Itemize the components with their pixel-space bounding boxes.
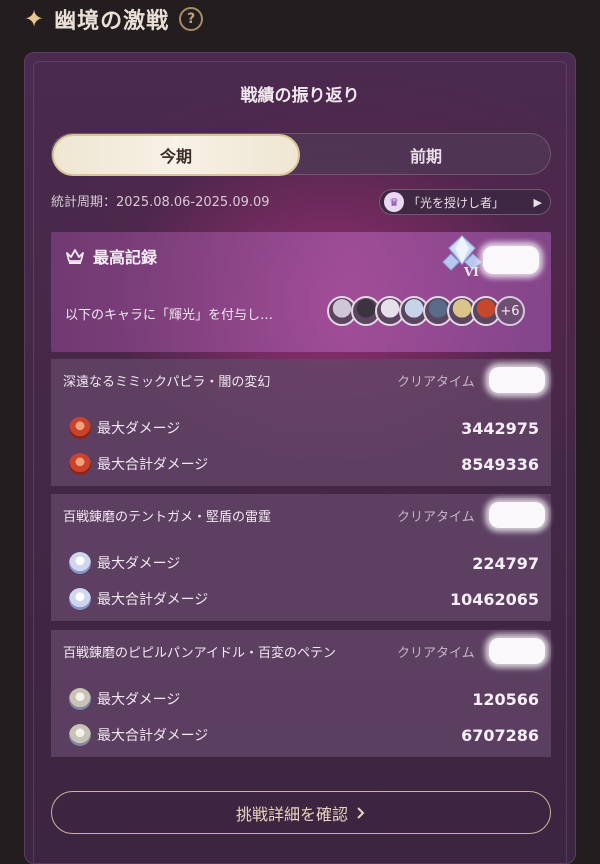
dungeon-record: 百戦錬磨のピピルパンアイドル・百変のペテン クリアタイム 最大ダメージ 120566 最… bbox=[51, 630, 551, 757]
best-record-text: 以下のキャラに「輝光」を付与し… bbox=[65, 308, 274, 323]
damage-label: 最大ダメージ bbox=[97, 421, 181, 437]
damage-row: 最大ダメージ 120566 bbox=[51, 684, 551, 714]
damage-label: 最大ダメージ bbox=[97, 556, 181, 572]
character-icon bbox=[69, 453, 91, 475]
damage-value: 8549336 bbox=[461, 454, 539, 474]
badge-icon: ♛ bbox=[384, 192, 404, 212]
redacted-value bbox=[489, 502, 545, 528]
damage-value: 120566 bbox=[472, 689, 539, 709]
damage-label: 最大合計ダメージ bbox=[97, 457, 209, 473]
clear-time-label: クリアタイム bbox=[397, 375, 475, 390]
damage-label: 最大ダメージ bbox=[97, 692, 181, 708]
damage-value: 6707286 bbox=[461, 725, 539, 745]
dungeon-record: 深遠なるミミックパピラ・闇の変幻 クリアタイム最大ダメージ 3442975 最大合計ダ… bbox=[51, 359, 551, 486]
clear-time-label: クリアタイム bbox=[397, 646, 475, 661]
chevron-right-icon bbox=[357, 806, 365, 819]
damage-row: 最大ダメージ 3442975 bbox=[51, 413, 551, 443]
view-details-label: 挑戦詳細を確認 bbox=[235, 804, 348, 824]
redacted-value bbox=[483, 246, 539, 274]
title-badge-button[interactable]: ♛ 「光を授けし者」 ▶ bbox=[379, 189, 551, 215]
dungeon-name: 百戦錬磨のテントガメ・堅盾の雷霆 bbox=[63, 510, 272, 525]
best-record-panel: 最高記録 VI 以下のキャラに「輝光」を付与し… +6 bbox=[51, 232, 551, 352]
damage-row: 最大ダメージ 224797 bbox=[51, 548, 551, 578]
best-record-title: 最高記録 bbox=[93, 248, 158, 267]
dungeon-name: 百戦錬磨のピピルパンアイドル・百変のペテン bbox=[63, 646, 337, 661]
character-icon bbox=[69, 417, 91, 439]
tab-previous[interactable]: 前期 bbox=[300, 134, 552, 176]
redacted-value bbox=[489, 638, 545, 664]
sparkle-icon: ✦ bbox=[24, 5, 45, 33]
character-avatars: +6 bbox=[327, 296, 525, 326]
character-icon bbox=[69, 688, 91, 710]
rank-label: VI bbox=[463, 265, 479, 278]
damage-value: 3442975 bbox=[461, 418, 539, 438]
play-arrow-icon: ▶ bbox=[533, 195, 542, 209]
clear-time-label: クリアタイム bbox=[397, 510, 475, 525]
best-record-header: 最高記録 bbox=[65, 244, 157, 268]
damage-row: 最大合計ダメージ 8549336 bbox=[51, 449, 551, 479]
damage-label: 最大合計ダメージ bbox=[97, 728, 209, 744]
damage-label: 最大合計ダメージ bbox=[97, 592, 209, 608]
tab-current[interactable]: 今期 bbox=[52, 134, 300, 176]
page-header: ✦ 幽境の激戦 ? bbox=[24, 4, 204, 34]
dungeon-name: 深遠なるミミックパピラ・闇の変幻 bbox=[63, 375, 271, 390]
view-details-button[interactable]: 挑戦詳細を確認 bbox=[51, 791, 551, 834]
page-title: 幽境の激戦 bbox=[54, 9, 170, 34]
character-icon bbox=[69, 588, 91, 610]
character-icon bbox=[69, 724, 91, 746]
redacted-value bbox=[489, 367, 545, 393]
character-icon bbox=[69, 552, 91, 574]
dungeon-record: 百戦錬磨のテントガメ・堅盾の雷霆 クリアタイム最大ダメージ 224797 最大合計ダメ… bbox=[51, 494, 551, 621]
damage-row: 最大合計ダメージ 6707286 bbox=[51, 720, 551, 750]
damage-value: 10462065 bbox=[449, 589, 539, 609]
damage-value: 224797 bbox=[472, 553, 539, 573]
crown-icon bbox=[66, 249, 84, 264]
help-icon[interactable]: ? bbox=[179, 7, 204, 31]
review-card: 戦績の振り返り 今期 前期 統計周期：2025.08.06-2025.09.09… bbox=[24, 52, 576, 864]
card-title: 戦績の振り返り bbox=[240, 86, 360, 106]
more-avatars-count[interactable]: +6 bbox=[495, 296, 525, 326]
rank-gem-icon: VI bbox=[442, 235, 482, 278]
badge-label: 「光を授けし者」 bbox=[408, 195, 505, 210]
period-tabs: 今期 前期 bbox=[51, 133, 552, 176]
stat-period: 統計周期：2025.08.06-2025.09.09 bbox=[51, 195, 270, 210]
damage-row: 最大合計ダメージ 10462065 bbox=[51, 584, 551, 614]
